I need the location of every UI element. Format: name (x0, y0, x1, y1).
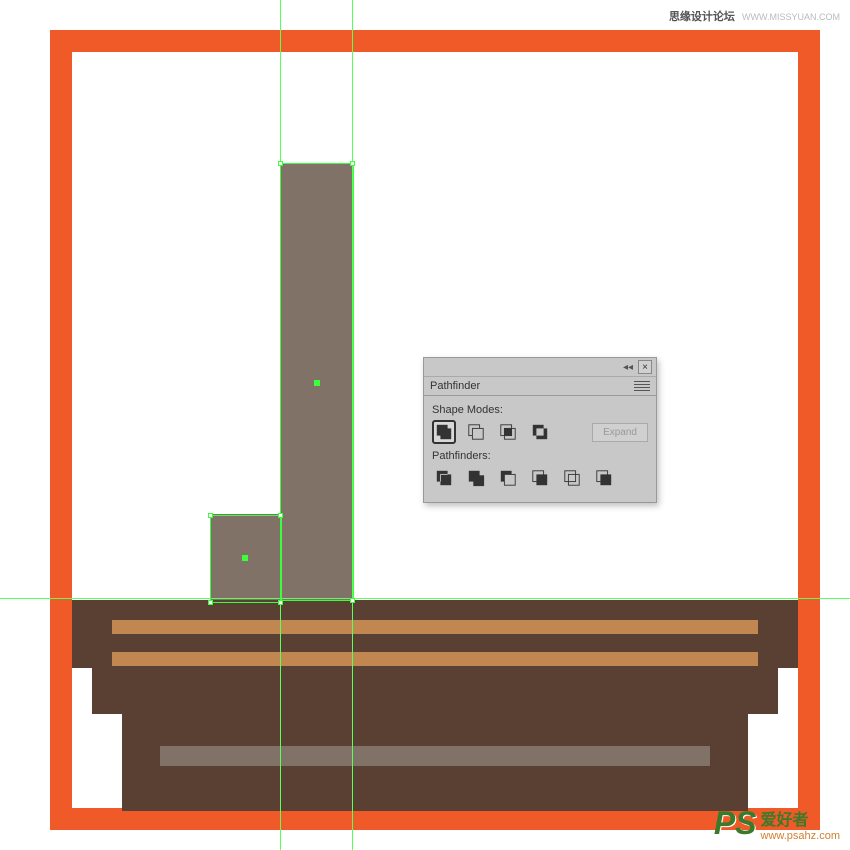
watermark-bottom-url: www.psahz.com (761, 830, 840, 842)
watermark-bottom-text: 爱好者 (761, 806, 840, 830)
anchor-point[interactable] (278, 161, 283, 166)
anchor-point[interactable] (278, 600, 283, 605)
anchor-point[interactable] (350, 161, 355, 166)
minus-back-icon[interactable] (592, 466, 616, 490)
pathfinders-label: Pathfinders: (432, 450, 648, 462)
anchor-point[interactable] (208, 600, 213, 605)
unite-icon[interactable] (432, 420, 456, 444)
expand-button[interactable]: Expand (592, 423, 648, 442)
crop-icon[interactable] (528, 466, 552, 490)
watermark-bottom: PS 爱好者 www.psahz.com (714, 805, 840, 842)
watermark-top-text: 思缘设计论坛 (669, 11, 735, 23)
shape-modes-label: Shape Modes: (432, 404, 648, 416)
outline-icon[interactable] (560, 466, 584, 490)
watermark-top: 思缘设计论坛 WWW.MISSYUAN.COM (669, 8, 840, 24)
watermark-top-url: WWW.MISSYUAN.COM (742, 12, 840, 22)
panel-close-button[interactable]: × (638, 360, 652, 374)
anchor-point[interactable] (278, 513, 283, 518)
panel-header[interactable]: ◂◂ × (424, 358, 656, 377)
boat-stripe-2 (112, 652, 758, 666)
intersect-icon[interactable] (496, 420, 520, 444)
merge-icon[interactable] (496, 466, 520, 490)
anchor-point[interactable] (208, 513, 213, 518)
anchor-point[interactable] (350, 598, 355, 603)
panel-collapse-icon[interactable]: ◂◂ (623, 362, 633, 373)
boat-hull (122, 666, 748, 811)
divide-icon[interactable] (432, 466, 456, 490)
watermark-ps-logo: PS (714, 805, 757, 842)
panel-tab-bar: Pathfinder (424, 377, 656, 396)
trim-icon[interactable] (464, 466, 488, 490)
selection-center[interactable] (314, 380, 320, 386)
minus-front-icon[interactable] (464, 420, 488, 444)
guide-horizontal-1[interactable] (0, 598, 850, 599)
pathfinder-panel[interactable]: ◂◂ × Pathfinder Shape Modes: Expand Path… (423, 357, 657, 503)
exclude-icon[interactable] (528, 420, 552, 444)
panel-body: Shape Modes: Expand Pathfinders: (424, 396, 656, 502)
boat-stripe-1 (112, 620, 758, 634)
boat-inner-stripe (160, 746, 710, 766)
selection-center[interactable] (242, 555, 248, 561)
panel-title[interactable]: Pathfinder (430, 380, 480, 392)
panel-menu-icon[interactable] (634, 381, 650, 391)
